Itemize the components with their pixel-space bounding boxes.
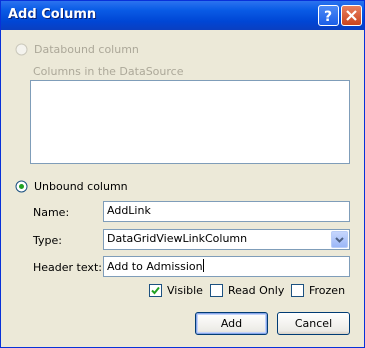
- add-button-label: Add: [220, 317, 243, 330]
- chevron-down-icon: [335, 237, 344, 243]
- close-icon: [346, 10, 357, 21]
- header-text-value: Add to Admission: [107, 260, 203, 273]
- name-label: Name:: [33, 206, 70, 219]
- type-value: DataGridViewLinkColumn: [107, 232, 248, 245]
- add-button[interactable]: Add: [195, 312, 268, 335]
- header-text-label: Header text:: [33, 261, 102, 274]
- name-value: AddLink: [107, 204, 151, 217]
- visible-checkbox[interactable]: [149, 284, 162, 297]
- cancel-button-label: Cancel: [294, 317, 333, 330]
- databound-label: Databound column: [34, 43, 139, 56]
- readonly-label: Read Only: [228, 284, 285, 297]
- frozen-checkbox[interactable]: [291, 284, 304, 297]
- dialog-title: Add Column: [8, 7, 97, 22]
- svg-text:?: ?: [324, 9, 332, 25]
- type-label: Type:: [33, 234, 62, 247]
- help-icon: ?: [324, 9, 332, 25]
- name-field[interactable]: AddLink: [103, 201, 350, 222]
- close-button[interactable]: [341, 5, 362, 26]
- title-bar[interactable]: Add Column ?: [1, 1, 364, 30]
- type-select[interactable]: DataGridViewLinkColumn: [103, 229, 350, 250]
- checkmark-icon: [151, 286, 160, 295]
- unbound-label: Unbound column: [34, 180, 128, 193]
- columns-datasource-label: Columns in the DataSource: [33, 65, 184, 78]
- add-column-dialog: Add Column ? Databound column Columns in…: [0, 0, 365, 348]
- columns-datasource-list[interactable]: [30, 80, 350, 164]
- databound-radio[interactable]: [15, 43, 28, 56]
- visible-label: Visible: [167, 284, 203, 297]
- readonly-checkbox[interactable]: [210, 284, 223, 297]
- help-button[interactable]: ?: [318, 5, 339, 26]
- frozen-label: Frozen: [309, 284, 346, 297]
- cancel-button[interactable]: Cancel: [277, 312, 350, 335]
- unbound-radio[interactable]: [15, 180, 28, 193]
- type-dropdown-button[interactable]: [331, 231, 348, 248]
- text-caret: [202, 259, 204, 272]
- header-text-field[interactable]: Add to Admission: [103, 256, 350, 277]
